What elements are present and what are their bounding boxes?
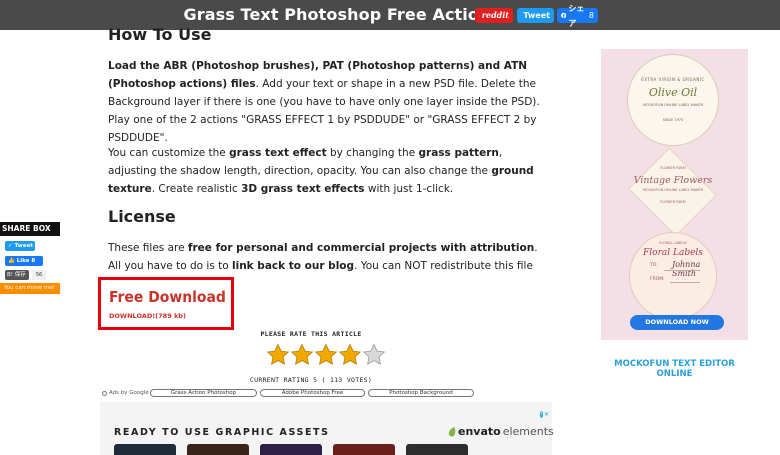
floral-labels-label: FLORAL LABELS Floral Labels TO: Johnna S…: [629, 232, 717, 320]
license-heading: License: [108, 207, 176, 226]
ad-thumbnails: [114, 444, 468, 455]
bold-phrase: grass pattern: [418, 147, 499, 159]
ad-links-row: Ads by Google Grass Action Photoshop Ado…: [100, 388, 550, 398]
share-box-heading: SHARE BOX: [0, 222, 60, 236]
hatena-icon: B!: [7, 272, 13, 278]
ad-info-mark[interactable]: i ✕: [540, 410, 549, 419]
bold-phrase: Load the ABR (Photoshop brushes), PAT (P…: [108, 60, 528, 90]
envato-logo: envato elements: [448, 425, 554, 438]
download-link[interactable]: DOWNLOAD!(789 kb): [109, 312, 186, 320]
ad-thumbnail[interactable]: [406, 444, 468, 455]
star-filled-icon[interactable]: [266, 343, 290, 367]
bold-phrase: grass text effect: [229, 147, 327, 159]
star-filled-icon[interactable]: [290, 343, 314, 367]
close-icon: ✕: [543, 411, 549, 418]
label-line: [670, 282, 700, 283]
rating-summary: CURRENT RATING 5 ( 113 VOTES): [249, 376, 373, 384]
tweet-button[interactable]: Tweet: [517, 8, 554, 23]
facebook-share-button[interactable]: シェア 8: [557, 4, 598, 28]
customize-paragraph: You can customize the grass text effect …: [108, 147, 534, 195]
vintage-flowers-label: [628, 147, 717, 237]
envato-ad-banner[interactable]: i ✕ READY TO USE GRAPHIC ASSETS envato el…: [100, 402, 554, 455]
how-to-paragraph: Load the ABR (Photoshop brushes), PAT (P…: [108, 60, 540, 144]
ad-link-photoshop-background[interactable]: Photoshop Background: [368, 389, 474, 397]
reddit-icon: [479, 15, 480, 16]
move-me-handle[interactable]: You can move me!: [0, 283, 60, 294]
sidebar-label-ad[interactable]: EXTRA VIRGIN & ORGANIC Olive Oil MOCKOFU…: [601, 49, 748, 340]
download-now-button[interactable]: DOWNLOAD NOW: [630, 315, 724, 330]
thumbs-up-icon: 👍: [8, 258, 15, 264]
how-to-use-heading: How To Use: [108, 25, 212, 44]
facebook-icon: [561, 12, 567, 19]
star-filled-icon[interactable]: [314, 343, 338, 367]
ad-thumbnail[interactable]: [333, 444, 395, 455]
mockofun-text-editor-link[interactable]: MOCKOFUN TEXT EDITOR ONLINE: [601, 359, 748, 379]
ad-link-adobe-photoshop[interactable]: Adobe Photoshop Free: [260, 389, 365, 397]
page-title: Grass Text Photoshop Free Action: [183, 5, 491, 24]
ad-thumbnail[interactable]: [114, 444, 176, 455]
rate-label: PLEASE RATE THIS ARTICLE: [260, 330, 362, 338]
ad-thumbnail[interactable]: [260, 444, 322, 455]
share-box-tweet-button[interactable]: ✓ Tweet: [5, 241, 35, 251]
star-rating[interactable]: [266, 343, 386, 367]
share-box-like-button[interactable]: 👍 Like 8: [5, 256, 43, 266]
ad-choices-icon: [102, 390, 107, 396]
download-box: Free Download DOWNLOAD!(789 kb): [98, 277, 234, 330]
ad-link-grass-action[interactable]: Grass Action Photoshop: [150, 389, 257, 397]
twitter-bird-icon: ✓: [8, 243, 13, 249]
reddit-share-button[interactable]: reddit: [475, 8, 513, 23]
info-icon: i: [540, 411, 543, 418]
envato-leaf-icon: [448, 426, 456, 437]
ads-by-google[interactable]: Ads by Google: [102, 390, 149, 396]
label-line: [664, 270, 700, 271]
hatena-save-button[interactable]: B! 保存: [5, 270, 29, 280]
share-box: SHARE BOX ✓ Tweet 👍 Like 8 B! 保存 56 You …: [0, 222, 60, 294]
bold-phrase: free for personal and commercial project…: [187, 242, 535, 254]
bold-phrase: link back to our blog: [232, 260, 355, 272]
star-empty-icon[interactable]: [362, 343, 386, 367]
page: Grass Text Photoshop Free Action reddit …: [0, 0, 780, 455]
vintage-flowers-title: Vintage Flowers: [633, 175, 713, 186]
hatena-count: 56: [32, 270, 46, 280]
ad-heading: READY TO USE GRAPHIC ASSETS: [114, 427, 330, 438]
free-download-title[interactable]: Free Download: [109, 288, 226, 306]
bold-phrase: 3D grass text effects: [241, 183, 365, 195]
star-filled-icon[interactable]: [338, 343, 362, 367]
olive-oil-label: EXTRA VIRGIN & ORGANIC Olive Oil MOCKOFU…: [627, 54, 719, 146]
ad-thumbnail[interactable]: [187, 444, 249, 455]
